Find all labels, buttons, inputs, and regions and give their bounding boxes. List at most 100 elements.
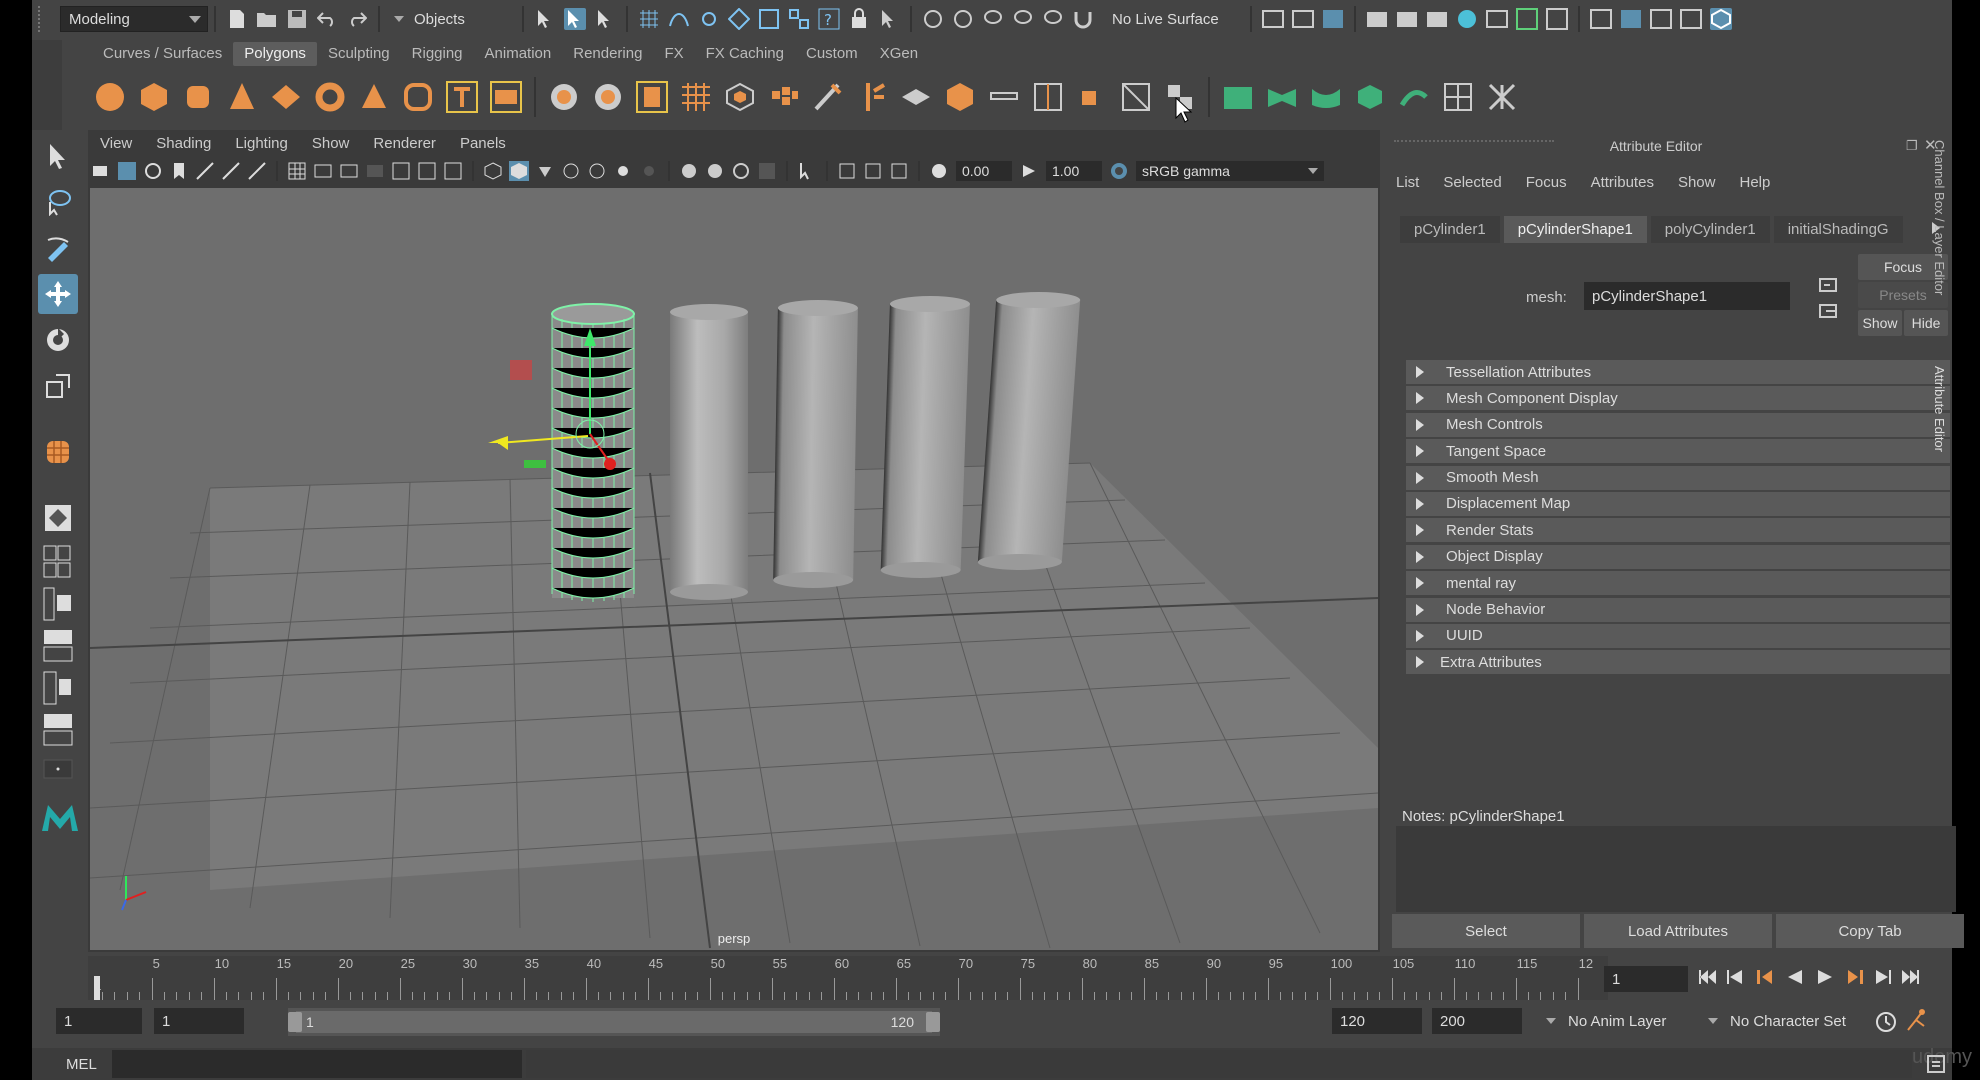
toolbar-handle[interactable] [38, 6, 56, 32]
section-tessellation-attributes[interactable]: Tessellation Attributes [1406, 360, 1950, 384]
render-frame-icon[interactable] [1366, 8, 1388, 30]
poly-cone-icon[interactable] [225, 80, 259, 114]
poly-torus-icon[interactable] [313, 80, 347, 114]
persp-hypershade-layout-icon[interactable] [38, 670, 78, 706]
planar-map-icon[interactable] [1221, 80, 1255, 114]
lasso-tool-icon[interactable] [38, 182, 78, 222]
go-to-start-icon[interactable] [1696, 966, 1718, 988]
script-language-label[interactable]: MEL [66, 1056, 97, 1073]
snap-view-plane-icon[interactable] [728, 8, 750, 30]
mesh-name-field[interactable]: pCylinderShape1 [1584, 282, 1790, 310]
channel-box-toggle-icon[interactable] [1680, 8, 1702, 30]
multi-cut-icon[interactable] [855, 80, 889, 114]
panel-menu-show[interactable]: Show [300, 135, 362, 152]
use-all-lights-icon[interactable] [613, 161, 633, 181]
film-gate-icon[interactable] [313, 161, 333, 181]
grease-pencil-icon[interactable] [247, 161, 267, 181]
smooth-icon[interactable] [679, 80, 713, 114]
gamma-field[interactable]: 1.00 [1046, 161, 1102, 181]
auto-key-icon[interactable] [1874, 1010, 1898, 1034]
gamma-toggle-icon[interactable] [1019, 161, 1039, 181]
wireframe-on-shaded-icon[interactable] [561, 161, 581, 181]
paint-select-icon[interactable] [1012, 8, 1034, 30]
tweak-icon[interactable] [1042, 8, 1064, 30]
toggle-character-controls-icon[interactable] [1546, 8, 1568, 30]
section-uuid[interactable]: UUID [1406, 623, 1950, 648]
xray-icon[interactable] [587, 161, 607, 181]
bridge-icon[interactable] [723, 80, 757, 114]
panel-menu-shading[interactable]: Shading [144, 135, 223, 152]
command-input[interactable] [112, 1050, 522, 1078]
two-d-pan-zoom-icon[interactable] [221, 161, 241, 181]
bookmark-icon[interactable] [169, 161, 189, 181]
shelf-tab-polygons[interactable]: Polygons [233, 42, 317, 66]
go-to-input-icon[interactable] [1818, 276, 1840, 300]
poly-pipe-icon[interactable] [401, 80, 435, 114]
spherical-map-icon[interactable] [1353, 80, 1387, 114]
resolution-gate-icon[interactable] [339, 161, 359, 181]
tab-pcylinder1[interactable]: pCylinder1 [1400, 216, 1500, 243]
float-panel-icon[interactable]: ❐ [1906, 138, 1918, 154]
ae-menu-attributes[interactable]: Attributes [1591, 174, 1654, 191]
depth-of-field-icon[interactable] [757, 161, 777, 181]
range-end-handle[interactable] [926, 1012, 940, 1032]
copy-tab-button[interactable]: Copy Tab [1776, 914, 1964, 948]
camera-attributes-icon[interactable] [117, 161, 137, 181]
panel-menu-lighting[interactable]: Lighting [223, 135, 300, 152]
menu-set-dropdown[interactable]: Modeling [60, 6, 208, 32]
screen-space-ao-icon[interactable] [679, 161, 699, 181]
show-button[interactable]: Show [1858, 310, 1902, 336]
poly-plane-icon[interactable] [269, 80, 303, 114]
anti-aliasing-icon[interactable] [731, 161, 751, 181]
scale-tool-icon[interactable] [38, 366, 78, 406]
start-time-field[interactable]: 1 [56, 1008, 142, 1034]
xray-joints-icon[interactable] [837, 161, 857, 181]
ae-menu-help[interactable]: Help [1739, 174, 1770, 191]
render-view-icon[interactable] [1486, 8, 1508, 30]
unfold-icon[interactable] [1441, 80, 1475, 114]
field-chart-icon[interactable] [391, 161, 411, 181]
magnet-icon[interactable] [1072, 8, 1094, 30]
layout-expand-icon[interactable] [38, 754, 78, 784]
shelf-tab-fx[interactable]: FX [653, 42, 694, 66]
move-tool-icon[interactable] [38, 274, 78, 314]
make-hole-icon[interactable] [1075, 80, 1109, 114]
motion-blur-icon[interactable] [705, 161, 725, 181]
shelf-tab-animation[interactable]: Animation [474, 42, 563, 66]
range-slider-bar[interactable] [296, 1011, 932, 1033]
section-render-stats[interactable]: Render Stats [1406, 518, 1950, 543]
safe-action-icon[interactable] [417, 161, 437, 181]
shelf-tab-sculpting[interactable]: Sculpting [317, 42, 401, 66]
outliner-persp-layout-icon[interactable] [38, 712, 78, 748]
gate-mask-icon[interactable] [365, 161, 385, 181]
section-mental-ray[interactable]: mental ray [1406, 571, 1950, 596]
select-by-hierarchy-icon[interactable] [534, 8, 556, 30]
poly-sphere-icon[interactable] [93, 80, 127, 114]
shadows-icon[interactable] [639, 161, 659, 181]
snap-together-icon[interactable] [788, 8, 810, 30]
camera-map-icon[interactable] [1397, 80, 1431, 114]
cylindrical-map-icon[interactable] [1309, 80, 1343, 114]
combine-icon[interactable] [547, 80, 581, 114]
wireframe-icon[interactable] [483, 161, 503, 181]
select-button[interactable]: Select [1392, 914, 1580, 948]
mirror-icon[interactable] [635, 80, 669, 114]
ae-menu-selected[interactable]: Selected [1443, 174, 1501, 191]
step-back-key-icon[interactable] [1754, 966, 1776, 988]
render-settings-icon[interactable] [1426, 8, 1448, 30]
shelf-tab-curves-surfaces[interactable]: Curves / Surfaces [92, 42, 233, 66]
ae-menu-show[interactable]: Show [1678, 174, 1716, 191]
step-forward-key-icon[interactable] [1844, 966, 1866, 988]
section-mesh-component-display[interactable]: Mesh Component Display [1406, 386, 1950, 411]
snap-point-icon[interactable] [698, 8, 720, 30]
help-icon[interactable]: ? [818, 8, 840, 30]
load-attributes-button[interactable]: Load Attributes [1584, 914, 1772, 948]
redo-icon[interactable] [346, 8, 368, 30]
selection-mode-dropdown[interactable]: Objects [386, 6, 516, 32]
live-surface-field[interactable]: No Live Surface [1104, 6, 1244, 32]
notes-textarea[interactable] [1396, 826, 1956, 912]
ae-menu-list[interactable]: List [1396, 174, 1419, 191]
undo-icon[interactable] [316, 8, 338, 30]
safe-title-icon[interactable] [443, 161, 463, 181]
camera-bookmark-icon[interactable] [143, 161, 163, 181]
